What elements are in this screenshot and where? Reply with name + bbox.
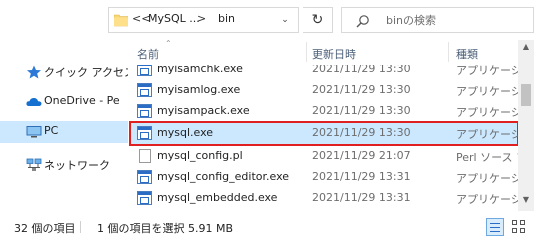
item-count: 32 個の項目 [14, 222, 76, 235]
file-type: アプリケーション [456, 128, 519, 141]
column-header-type[interactable]: 種類 [456, 46, 478, 62]
file-date: 2021/11/29 21:07 [312, 149, 411, 162]
search-placeholder: binの検索 [386, 14, 437, 27]
file-row[interactable]: myisampack.exe 2021/11/29 13:30 アプリケーション [129, 101, 519, 122]
file-list: ⌃ 名前 更新日時 種類 myisamchk.exe 2021/11/29 13… [129, 40, 534, 211]
exe-icon [137, 83, 152, 97]
status-bar: 32 個の項目 1 個の項目を選択 5.91 MB [0, 211, 534, 241]
column-header-row: ⌃ 名前 更新日時 種類 [129, 40, 519, 65]
cloud-icon [26, 97, 42, 106]
status-divider [80, 221, 81, 233]
column-divider[interactable] [448, 42, 449, 62]
column-header-name[interactable]: 名前 [137, 46, 159, 62]
nav-item-label: ネットワーク [44, 159, 110, 172]
file-type: Perl ソース ファイル [456, 151, 519, 164]
file-date: 2021/11/29 13:30 [312, 104, 411, 117]
file-row[interactable]: mysql_config_editor.exe 2021/11/29 13:31… [129, 167, 519, 188]
computer-icon [26, 126, 42, 138]
file-date: 2021/11/29 13:31 [312, 170, 411, 183]
search-icon [356, 15, 369, 28]
file-type: アプリケーション [456, 65, 519, 77]
file-name: myisamchk.exe [157, 65, 243, 75]
file-date: 2021/11/29 13:30 [312, 83, 411, 96]
column-header-date[interactable]: 更新日時 [312, 46, 356, 62]
file-date: 2021/11/29 13:31 [312, 191, 411, 204]
search-input[interactable]: binの検索 [341, 7, 534, 33]
breadcrumb-separator[interactable]: > [197, 12, 206, 25]
file-row[interactable]: mysql_embedded.exe 2021/11/29 13:31 アプリケ… [129, 188, 519, 209]
file-name: mysql.exe [157, 126, 214, 139]
exe-icon [137, 65, 152, 76]
nav-item-label: PC [44, 124, 59, 137]
refresh-icon[interactable]: ↻ [303, 7, 333, 33]
file-date: 2021/11/29 13:30 [312, 65, 411, 75]
exe-icon [137, 191, 152, 205]
file-type: アプリケーション [456, 85, 519, 98]
address-bar[interactable]: << MySQL ... > bin [108, 7, 299, 33]
file-rows: myisamchk.exe 2021/11/29 13:30 アプリケーション … [129, 65, 519, 211]
sort-arrow-icon: ⌃ [165, 40, 172, 48]
file-name: mysql_config.pl [157, 149, 243, 162]
breadcrumb-bin[interactable]: bin [218, 12, 235, 25]
exe-icon [137, 104, 152, 118]
nav-item-network[interactable]: ネットワーク [0, 154, 128, 176]
file-type: アプリケーション [456, 193, 519, 206]
nav-item-label: OneDrive - Pe [44, 94, 120, 107]
vertical-scrollbar[interactable]: ▲ ▼ [518, 40, 534, 211]
nav-item-pc[interactable]: PC [0, 121, 128, 143]
file-row-selected[interactable]: mysql.exe 2021/11/29 13:30 アプリケーション [129, 121, 519, 146]
selection-info: 1 個の項目を選択 5.91 MB [97, 222, 234, 235]
file-name: mysql_embedded.exe [157, 191, 278, 204]
file-name: myisampack.exe [157, 104, 250, 117]
nav-item-quick-access[interactable]: クイック アクセス [0, 61, 128, 83]
file-row[interactable]: mysql_config.pl 2021/11/29 21:07 Perl ソー… [129, 146, 519, 167]
large-icons-view-icon[interactable] [510, 218, 528, 236]
nav-item-onedrive[interactable]: OneDrive - Pe [0, 91, 128, 113]
file-row[interactable]: myisamlog.exe 2021/11/29 13:30 アプリケーション [129, 80, 519, 101]
file-row[interactable]: myisamchk.exe 2021/11/29 13:30 アプリケーション [129, 65, 519, 80]
file-date: 2021/11/29 13:30 [312, 126, 411, 139]
file-type: アプリケーション [456, 172, 519, 185]
file-type: アプリケーション [456, 106, 519, 119]
star-icon [27, 65, 41, 79]
file-name: myisamlog.exe [157, 83, 241, 96]
nav-item-label: クイック アクセス [44, 66, 128, 79]
details-view-icon[interactable] [486, 218, 504, 236]
navigation-pane: クイック アクセス OneDrive - Pe PC ネットワーク [0, 40, 128, 211]
document-icon [139, 149, 151, 163]
network-icon [26, 158, 42, 171]
column-divider[interactable] [306, 42, 307, 62]
scroll-down-icon[interactable]: ▼ [518, 195, 534, 209]
scroll-up-icon[interactable]: ▲ [518, 42, 534, 56]
address-toolbar: << MySQL ... > bin ⌄ ↻ binの検索 [0, 0, 534, 40]
chevron-down-icon[interactable]: ⌄ [276, 7, 294, 33]
file-name: mysql_config_editor.exe [157, 170, 290, 183]
exe-icon [137, 170, 152, 184]
breadcrumb-mysql[interactable]: MySQL ... [148, 12, 200, 25]
scrollbar-thumb[interactable] [521, 84, 531, 106]
folder-icon [114, 14, 128, 27]
exe-icon [137, 126, 152, 140]
